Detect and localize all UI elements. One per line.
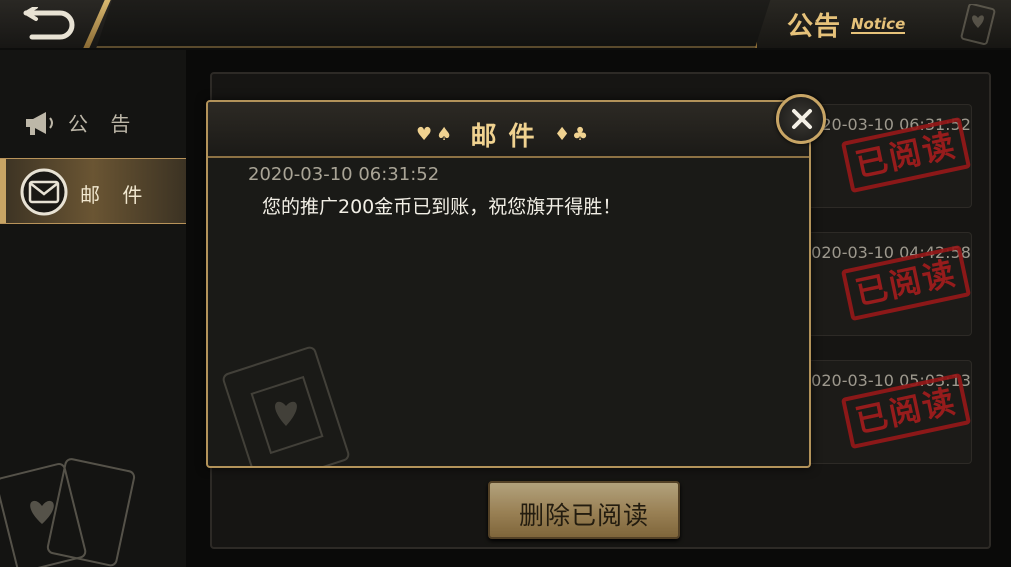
notice-title-cn: 公告 (787, 12, 842, 42)
playing-cards-decoration (0, 458, 136, 567)
sidebar-item-mail[interactable]: 邮 件 (0, 158, 186, 224)
club-suit-icon: ♣ (572, 124, 589, 145)
close-button[interactable] (776, 94, 826, 144)
mail-icon (20, 168, 68, 216)
top-bar: 公告 Notice (0, 0, 1011, 48)
dialog-header: ♥ ♠ 邮件 ♦ ♣ (208, 102, 809, 158)
dialog-mail-time: 2020-03-10 06:31:52 (248, 164, 440, 185)
sidebar-item-notice[interactable]: 公 告 (0, 90, 186, 156)
megaphone-icon (26, 112, 53, 135)
mail-detail-dialog: ♥ ♠ 邮件 ♦ ♣ 2020-03-10 06:31:52 您的推广200金币… (206, 100, 811, 468)
sidebar-item-label: 邮 件 (80, 183, 151, 207)
back-arrow-icon (23, 7, 75, 40)
diamond-suit-icon: ♦ (554, 124, 571, 145)
notice-title-en: Notice (851, 15, 906, 34)
playing-card-decoration (222, 346, 350, 466)
notice-header-tab: 公告 Notice (755, 0, 1011, 48)
sidebar: 公 告 邮 件 (0, 50, 188, 567)
dialog-mail-body: 您的推广200金币已到账，祝您旗开得胜！ (262, 196, 622, 218)
close-icon (792, 109, 812, 129)
dialog-title: 邮件 (470, 122, 547, 152)
playing-card-icon (960, 4, 996, 45)
sidebar-item-label: 公 告 (68, 112, 139, 136)
